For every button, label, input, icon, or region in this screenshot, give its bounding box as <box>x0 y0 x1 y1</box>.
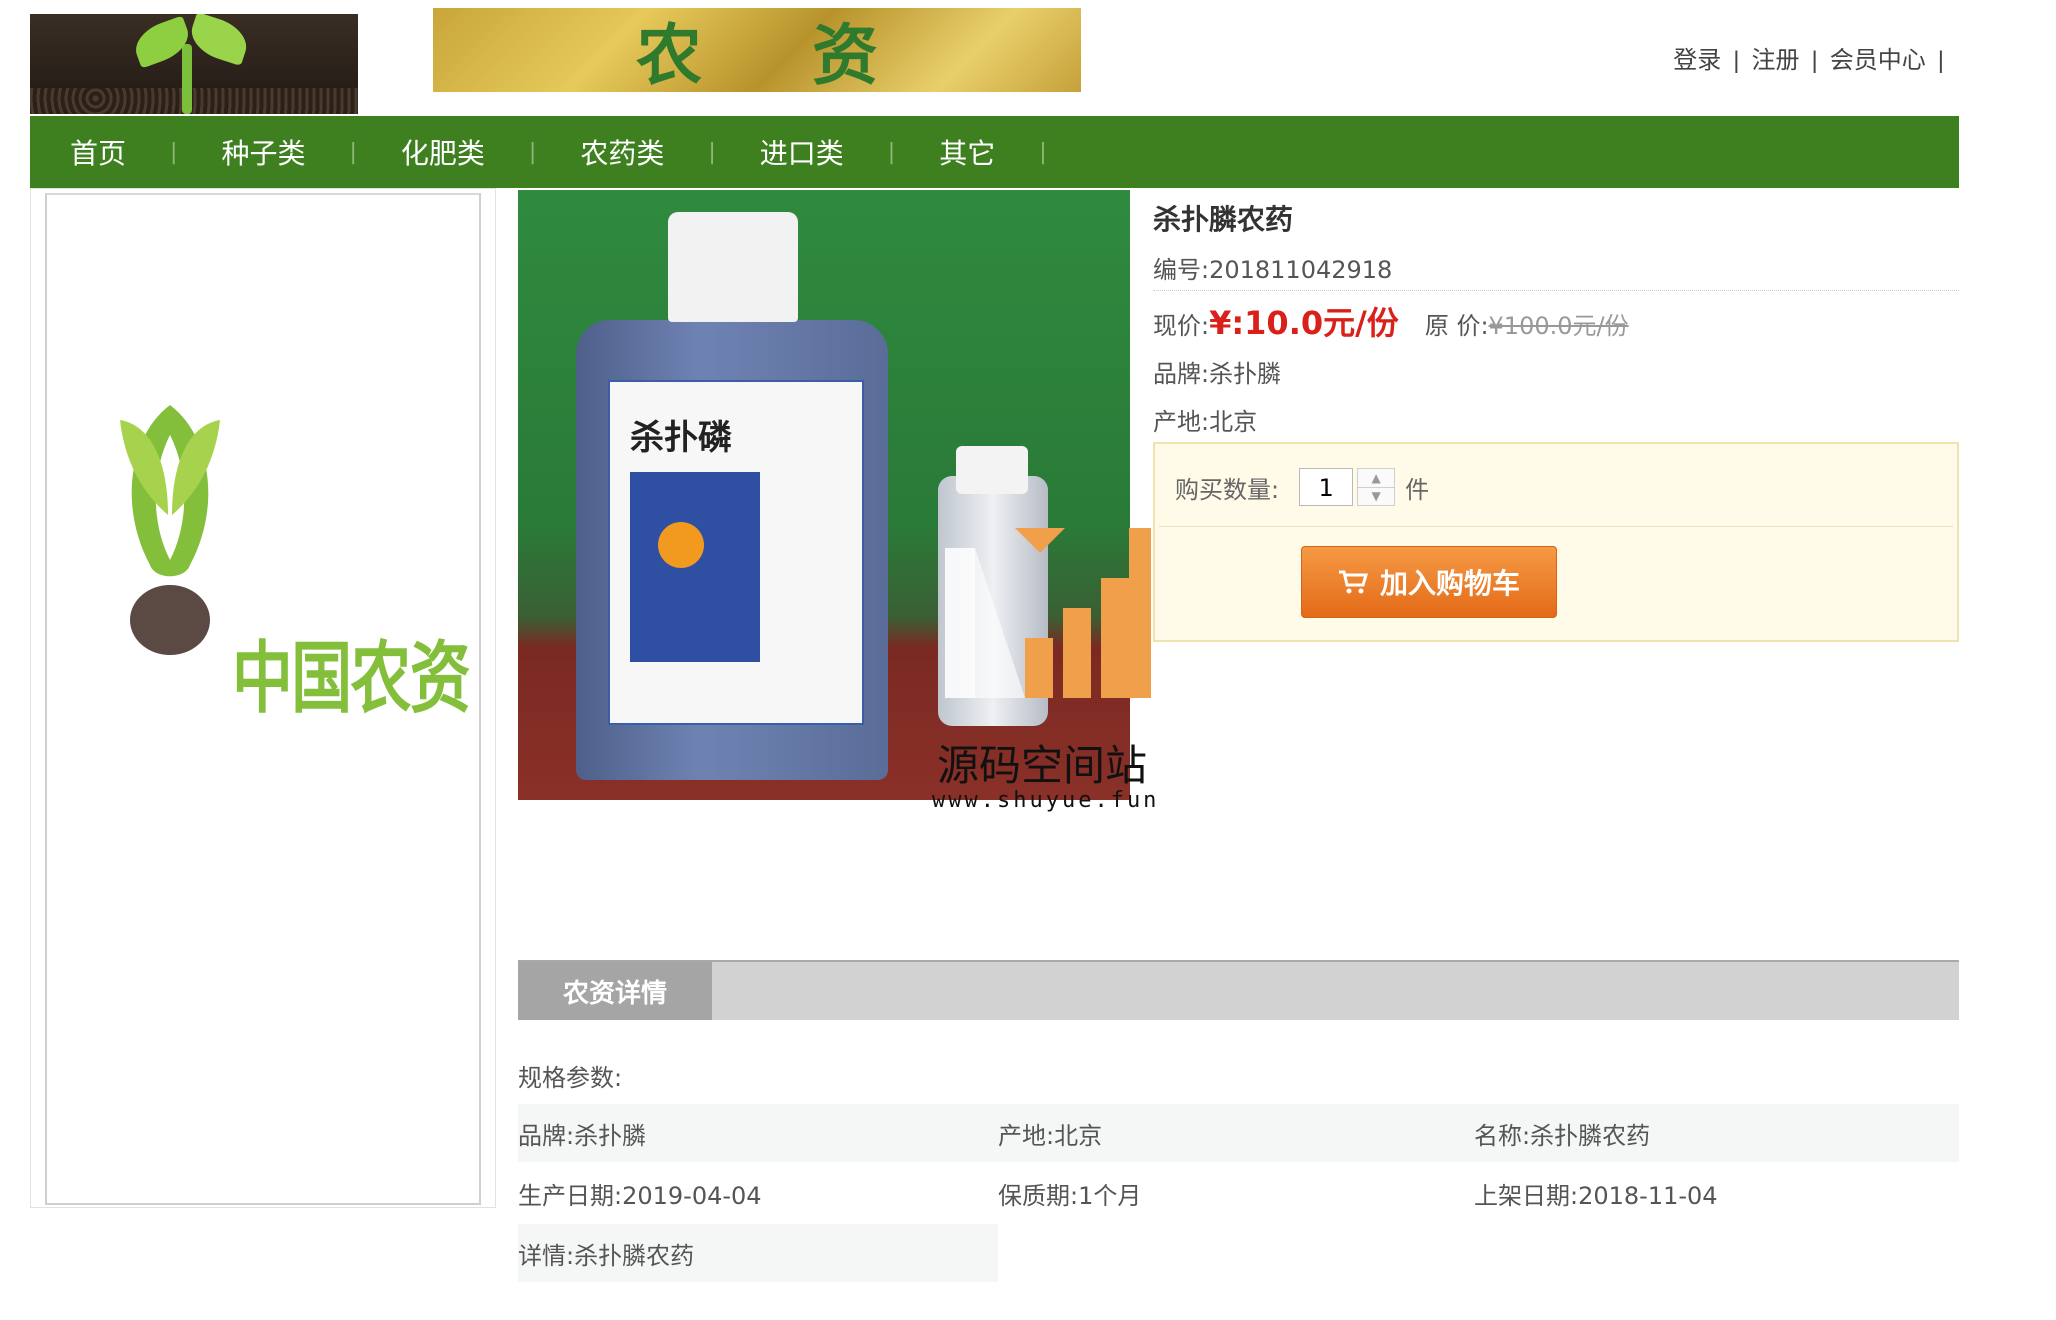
nav-item-label: 其它 <box>939 138 996 169</box>
spec-row: 品牌:杀扑膦 产地:北京 名称:杀扑膦农药 <box>518 1104 1959 1162</box>
quantity-stepper: ▲ ▼ <box>1357 468 1396 506</box>
stepper-down-icon[interactable]: ▼ <box>1358 486 1395 505</box>
tab-details[interactable]: 农资详情 <box>518 962 712 1020</box>
link-separator: | <box>1733 47 1740 74</box>
product-code: 编号:201811042918 <box>1153 256 1393 284</box>
bottle-cap-small <box>956 446 1028 494</box>
logo-stem <box>182 44 192 114</box>
logo-leaf-right <box>185 14 253 67</box>
top-links: 登录 | 注册 | 会员中心 | <box>1673 40 1956 75</box>
bottle-label-title: 杀扑磷 <box>630 418 732 458</box>
member-center-link[interactable]: 会员中心 <box>1830 47 1926 74</box>
nav-separator: | <box>528 139 537 165</box>
quantity-unit: 件 <box>1405 475 1430 504</box>
details-tab-bar: 农资详情 <box>518 960 1959 1020</box>
banner-text: 农资 <box>636 16 988 94</box>
spec-production-date: 生产日期:2019-04-04 <box>518 1181 762 1210</box>
original-price-label: 原 价: <box>1424 312 1489 340</box>
nav-separator: | <box>170 139 178 165</box>
stepper-up-icon[interactable]: ▲ <box>1358 469 1395 487</box>
label-orange-graphic <box>658 522 704 568</box>
spec-title: 规格参数: <box>518 1064 623 1092</box>
label-star-graphic <box>630 472 760 662</box>
dotted-divider <box>1153 290 1959 291</box>
china-agri-logo-icon <box>120 405 220 655</box>
nav-item-fertilizer[interactable]: 化肥类 <box>401 132 485 172</box>
bottle-label: 杀扑磷 <box>608 380 864 725</box>
login-link[interactable]: 登录 <box>1673 47 1721 74</box>
site-banner: 农资 <box>433 8 1081 94</box>
buy-box: 购买数量: 1 ▲ ▼ 件 加入购物车 <box>1153 442 1959 642</box>
nav-separator: | <box>887 139 896 165</box>
product-brand: 品牌:杀扑膦 <box>1153 360 1282 388</box>
current-price: ¥:10.0元/份 <box>1209 304 1399 342</box>
spec-name: 名称:杀扑膦农药 <box>1474 1121 1651 1150</box>
nav-item-home[interactable]: 首页 <box>70 132 126 172</box>
nav-item-imported[interactable]: 进口类 <box>760 132 844 172</box>
nav-item-label: 进口类 <box>759 138 844 169</box>
price-label: 现价: <box>1153 312 1210 340</box>
spec-detail: 详情:杀扑膦农药 <box>518 1241 695 1270</box>
nav-item-label: 种子类 <box>221 138 306 169</box>
product-title: 杀扑膦农药 <box>1153 203 1294 236</box>
nav-item-seeds[interactable]: 种子类 <box>221 132 305 172</box>
main-nav: 首页 | 种子类 | 化肥类 | 农药类 | 进口类 | 其它 | <box>30 116 1959 188</box>
watermark-text: 源码空间站 <box>937 741 1148 790</box>
spec-brand: 品牌:杀扑膦 <box>518 1121 647 1150</box>
nav-separator: | <box>708 139 716 165</box>
product-origin: 产地:北京 <box>1153 408 1258 436</box>
spec-row: 生产日期:2019-04-04 保质期:1个月 上架日期:2018-11-04 <box>518 1164 1959 1222</box>
add-to-cart-label: 加入购物车 <box>1379 567 1520 600</box>
product-image[interactable]: 杀扑磷 <box>518 190 1130 800</box>
quantity-row: 购买数量: 1 ▲ ▼ 件 <box>1175 468 1429 506</box>
logo-soil <box>30 88 358 114</box>
china-agri-brand-text: 中国农资 <box>232 634 471 724</box>
spec-detail-row: 详情:杀扑膦农药 <box>518 1224 998 1282</box>
watermark-url: www.shuyue.fun <box>932 788 1160 813</box>
nav-separator: | <box>349 139 357 165</box>
bottle-cap-large <box>668 212 798 322</box>
quantity-label: 购买数量: <box>1175 475 1280 504</box>
watermark-logo-icon <box>945 528 1151 698</box>
quantity-input[interactable]: 1 <box>1299 468 1354 506</box>
nav-item-label: 首页 <box>70 138 127 169</box>
register-link[interactable]: 注册 <box>1752 47 1800 74</box>
nav-item-label: 农药类 <box>580 138 665 169</box>
spec-shelf-life: 保质期:1个月 <box>998 1181 1142 1210</box>
cart-icon <box>1338 570 1368 594</box>
price-row: 现价: ¥:10.0元/份 原 价: ¥100.0元/份 <box>1153 298 1629 344</box>
nav-item-label: 化肥类 <box>400 138 485 169</box>
buy-divider <box>1159 526 1953 527</box>
link-separator: | <box>1937 47 1944 74</box>
nav-separator: | <box>1039 139 1047 165</box>
nav-item-other[interactable]: 其它 <box>939 132 995 172</box>
spec-origin: 产地:北京 <box>998 1121 1103 1150</box>
spec-listing-date: 上架日期:2018-11-04 <box>1474 1181 1718 1210</box>
add-to-cart-button[interactable]: 加入购物车 <box>1301 546 1557 618</box>
site-logo-sprout[interactable] <box>30 14 358 114</box>
nav-item-pesticide[interactable]: 农药类 <box>580 132 664 172</box>
original-price: ¥100.0元/份 <box>1488 312 1629 340</box>
link-separator: | <box>1811 47 1818 74</box>
